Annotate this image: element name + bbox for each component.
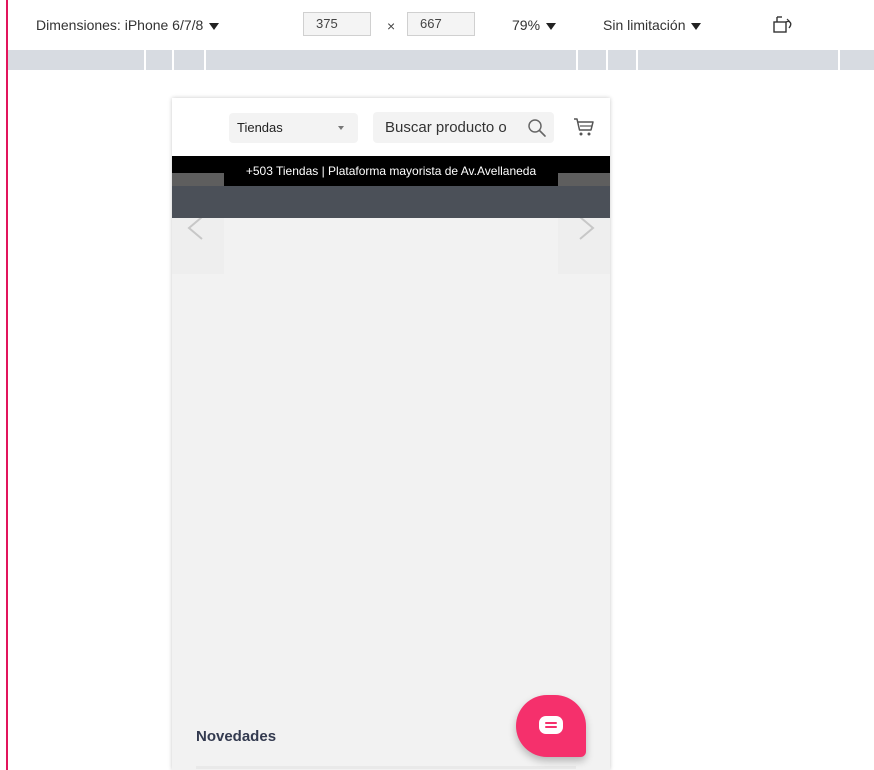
throttling-label: Sin limitación xyxy=(603,17,686,33)
search-input[interactable] xyxy=(373,112,523,143)
zoom-label: 79% xyxy=(512,17,541,33)
section-title-novedades: Novedades xyxy=(196,728,277,745)
search-icon[interactable] xyxy=(527,118,547,143)
zoom-dropdown[interactable]: 79% xyxy=(512,17,557,33)
site-header: Tiendas xyxy=(172,98,610,156)
media-query-divider xyxy=(636,50,638,70)
announcement-bar-edge xyxy=(172,173,224,186)
emulated-viewport: Tiendas +503 Tiendas | Plataforma ma xyxy=(172,98,610,770)
media-query-divider xyxy=(838,50,840,70)
device-toolbar: Dimensiones: iPhone 6/7/8 375 × 667 79% … xyxy=(8,0,874,50)
devtools-frame-border xyxy=(6,0,8,770)
section-divider xyxy=(196,766,576,769)
slider-prev-button[interactable] xyxy=(172,218,224,274)
announcement-text: +503 Tiendas | Plataforma mayorista de A… xyxy=(245,164,537,178)
store-select[interactable]: Tiendas xyxy=(229,113,358,143)
search-box xyxy=(373,112,554,143)
media-query-divider xyxy=(144,50,146,70)
slider-next-button[interactable] xyxy=(558,218,610,274)
rotate-device-icon[interactable] xyxy=(773,16,795,37)
device-dimensions-label: Dimensiones: iPhone 6/7/8 xyxy=(36,17,204,33)
caret-down-icon xyxy=(338,126,344,130)
media-query-divider xyxy=(576,50,578,70)
throttling-dropdown[interactable]: Sin limitación xyxy=(603,17,702,33)
banner-slider xyxy=(172,218,610,274)
caret-down-icon xyxy=(209,22,220,30)
caret-down-icon xyxy=(546,22,557,30)
store-select-value: Tiendas xyxy=(237,120,283,135)
chevron-right-icon xyxy=(579,218,595,240)
chat-button[interactable] xyxy=(516,695,586,757)
dimension-separator: × xyxy=(387,18,396,34)
viewport-width-input[interactable]: 375 xyxy=(303,12,371,36)
device-dimensions-dropdown[interactable]: Dimensiones: iPhone 6/7/8 xyxy=(36,17,220,33)
announcement-bar: +503 Tiendas | Plataforma mayorista de A… xyxy=(172,156,610,186)
caret-down-icon xyxy=(691,22,702,30)
announcement-bar-edge xyxy=(558,173,610,186)
media-query-divider xyxy=(204,50,206,70)
chevron-left-icon xyxy=(187,218,203,240)
chat-bubble-icon xyxy=(539,716,563,734)
media-query-divider xyxy=(172,50,174,70)
cart-icon[interactable] xyxy=(573,117,595,142)
viewport-height-input[interactable]: 667 xyxy=(407,12,475,36)
media-query-divider xyxy=(606,50,608,70)
banner-slider-band xyxy=(172,186,610,218)
media-query-bar[interactable] xyxy=(8,50,874,70)
